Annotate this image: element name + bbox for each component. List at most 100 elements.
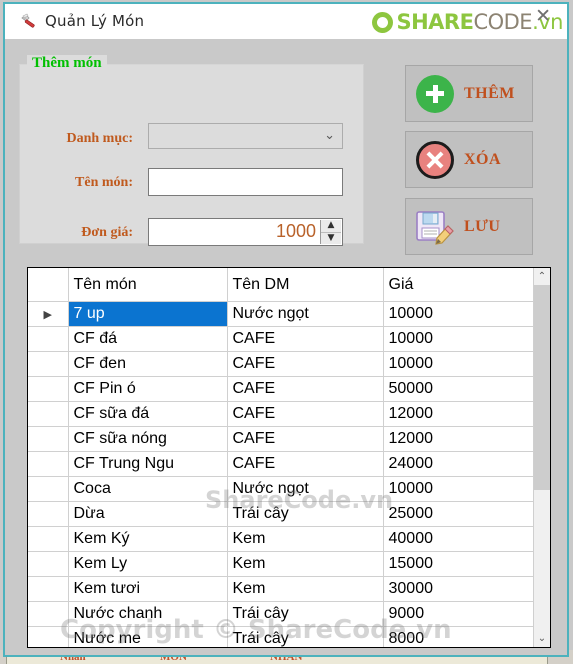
sharecode-logo[interactable]: SHARE CODE .vn ✕ bbox=[372, 5, 563, 36]
cell-category-name[interactable]: Kem bbox=[227, 526, 384, 552]
cell-category-name[interactable]: CAFE bbox=[227, 426, 384, 452]
row-marker-cell[interactable]: ▶ bbox=[28, 301, 69, 327]
cell-category-name[interactable]: CAFE bbox=[227, 451, 384, 477]
cell-category-name[interactable]: Nước ngọt bbox=[227, 476, 384, 502]
cell-price[interactable]: 12000 bbox=[383, 401, 536, 427]
table-row[interactable]: ▶ 7 up Nước ngọt 10000 bbox=[28, 301, 536, 327]
cell-category-name[interactable]: Kem bbox=[227, 576, 384, 602]
cell-dish-name[interactable]: Kem Ký bbox=[68, 526, 228, 552]
cell-price[interactable]: 9000 bbox=[383, 601, 536, 627]
dish-table[interactable]: Tên món Tên DM Giá ▶ 7 up Nước ngọt 10000 CF… bbox=[27, 267, 551, 648]
cell-category-name[interactable]: Nước ngọt bbox=[227, 301, 384, 327]
cell-category-name[interactable]: Kem bbox=[227, 551, 384, 577]
row-marker-cell[interactable] bbox=[28, 426, 69, 452]
close-icon[interactable]: ✕ bbox=[535, 5, 551, 27]
cell-dish-name[interactable]: CF đen bbox=[68, 351, 228, 377]
table-vertical-scrollbar[interactable]: ⌃ ⌄ bbox=[533, 268, 550, 647]
price-stepper[interactable]: 1000 ▲ ▼ bbox=[148, 218, 343, 246]
row-marker-cell[interactable] bbox=[28, 576, 69, 602]
add-dish-groupbox bbox=[19, 64, 364, 244]
main-window: Quản Lý Món SHARE CODE .vn ✕ Thêm món Da… bbox=[3, 2, 569, 657]
cell-price[interactable]: 40000 bbox=[383, 526, 536, 552]
cell-category-name[interactable]: Trái cây bbox=[227, 626, 384, 647]
table-row[interactable]: Nước me Trái cây 8000 bbox=[28, 626, 536, 647]
row-marker-cell[interactable] bbox=[28, 551, 69, 577]
table-row[interactable]: CF đen CAFE 10000 bbox=[28, 351, 536, 377]
x-circle-icon bbox=[412, 140, 458, 179]
table-row[interactable]: CF sữa đá CAFE 12000 bbox=[28, 401, 536, 427]
cell-price[interactable]: 12000 bbox=[383, 426, 536, 452]
row-marker-cell[interactable] bbox=[28, 626, 69, 647]
row-marker-cell[interactable] bbox=[28, 526, 69, 552]
scroll-up-icon[interactable]: ⌃ bbox=[534, 268, 550, 285]
cell-price[interactable]: 25000 bbox=[383, 501, 536, 527]
table-header-name[interactable]: Tên món bbox=[68, 268, 228, 302]
cell-dish-name[interactable]: Coca bbox=[68, 476, 228, 502]
cell-price[interactable]: 10000 bbox=[383, 301, 536, 327]
row-marker-cell[interactable] bbox=[28, 376, 69, 402]
cell-dish-name[interactable]: CF sữa đá bbox=[68, 401, 228, 427]
cell-dish-name[interactable]: CF sữa nóng bbox=[68, 426, 228, 452]
table-row[interactable]: Coca Nước ngọt 10000 bbox=[28, 476, 536, 502]
cell-category-name[interactable]: CAFE bbox=[227, 326, 384, 352]
table-row[interactable]: CF đá CAFE 10000 bbox=[28, 326, 536, 352]
category-select[interactable]: ⌄ bbox=[148, 123, 343, 149]
brand-share: SHARE bbox=[396, 10, 474, 34]
cell-dish-name[interactable]: Dừa bbox=[68, 501, 228, 527]
cell-category-name[interactable]: Trái cây bbox=[227, 501, 384, 527]
table-row[interactable]: CF Pin ó CAFE 50000 bbox=[28, 376, 536, 402]
cell-dish-name[interactable]: Nước chanh bbox=[68, 601, 228, 627]
row-marker-cell[interactable] bbox=[28, 326, 69, 352]
row-marker-cell[interactable] bbox=[28, 401, 69, 427]
cell-dish-name[interactable]: Kem tươi bbox=[68, 576, 228, 602]
add-button-label: THÊM bbox=[464, 84, 515, 102]
row-marker-cell[interactable] bbox=[28, 451, 69, 477]
form-panel: Thêm món Danh mục: ⌄ Tên món: Đơn giá: 1… bbox=[5, 39, 567, 258]
cell-price[interactable]: 50000 bbox=[383, 376, 536, 402]
table-header-row: Tên món Tên DM Giá bbox=[28, 268, 536, 302]
cell-price[interactable]: 24000 bbox=[383, 451, 536, 477]
cell-price[interactable]: 10000 bbox=[383, 351, 536, 377]
add-button[interactable]: THÊM bbox=[405, 65, 533, 122]
category-label: Danh mục: bbox=[66, 131, 133, 146]
price-stepper-buttons[interactable]: ▲ ▼ bbox=[320, 220, 341, 244]
cell-dish-name[interactable]: CF Trung Ngu bbox=[68, 451, 228, 477]
delete-button[interactable]: XÓA bbox=[405, 131, 533, 188]
table-header-dm[interactable]: Tên DM bbox=[227, 268, 384, 302]
row-marker-cell[interactable] bbox=[28, 476, 69, 502]
table-row[interactable]: Nước chanh Trái cây 9000 bbox=[28, 601, 536, 627]
cell-category-name[interactable]: CAFE bbox=[227, 376, 384, 402]
cell-category-name[interactable]: CAFE bbox=[227, 401, 384, 427]
table-row[interactable]: Dừa Trái cây 25000 bbox=[28, 501, 536, 527]
row-marker-cell[interactable] bbox=[28, 601, 69, 627]
scroll-down-icon[interactable]: ⌄ bbox=[534, 630, 550, 647]
cell-dish-name[interactable]: 7 up bbox=[68, 301, 228, 327]
table-row[interactable]: CF Trung Ngu CAFE 24000 bbox=[28, 451, 536, 477]
row-marker-cell[interactable] bbox=[28, 351, 69, 377]
cell-dish-name[interactable]: CF Pin ó bbox=[68, 376, 228, 402]
cell-dish-name[interactable]: CF đá bbox=[68, 326, 228, 352]
table-header-rowmarker bbox=[28, 268, 69, 302]
price-stepper-up[interactable]: ▲ bbox=[321, 220, 341, 233]
table-header-price[interactable]: Giá bbox=[383, 268, 536, 302]
table-row[interactable]: Kem tươi Kem 30000 bbox=[28, 576, 536, 602]
table-row[interactable]: Kem Ly Kem 15000 bbox=[28, 551, 536, 577]
dish-name-input[interactable] bbox=[148, 168, 343, 196]
cell-price[interactable]: 8000 bbox=[383, 626, 536, 647]
cell-category-name[interactable]: Trái cây bbox=[227, 601, 384, 627]
save-button[interactable]: LƯU bbox=[405, 198, 533, 255]
cell-category-name[interactable]: CAFE bbox=[227, 351, 384, 377]
cell-price[interactable]: 15000 bbox=[383, 551, 536, 577]
table-row[interactable]: CF sữa nóng CAFE 12000 bbox=[28, 426, 536, 452]
cell-price[interactable]: 10000 bbox=[383, 476, 536, 502]
groupbox-legend: Thêm món bbox=[27, 55, 107, 72]
chevron-down-icon: ⌄ bbox=[324, 128, 335, 143]
cell-dish-name[interactable]: Nước me bbox=[68, 626, 228, 647]
cell-price[interactable]: 10000 bbox=[383, 326, 536, 352]
scrollbar-thumb[interactable] bbox=[534, 285, 550, 490]
cell-dish-name[interactable]: Kem Ly bbox=[68, 551, 228, 577]
table-row[interactable]: Kem Ký Kem 40000 bbox=[28, 526, 536, 552]
cell-price[interactable]: 30000 bbox=[383, 576, 536, 602]
price-stepper-down[interactable]: ▼ bbox=[321, 233, 341, 245]
row-marker-cell[interactable] bbox=[28, 501, 69, 527]
